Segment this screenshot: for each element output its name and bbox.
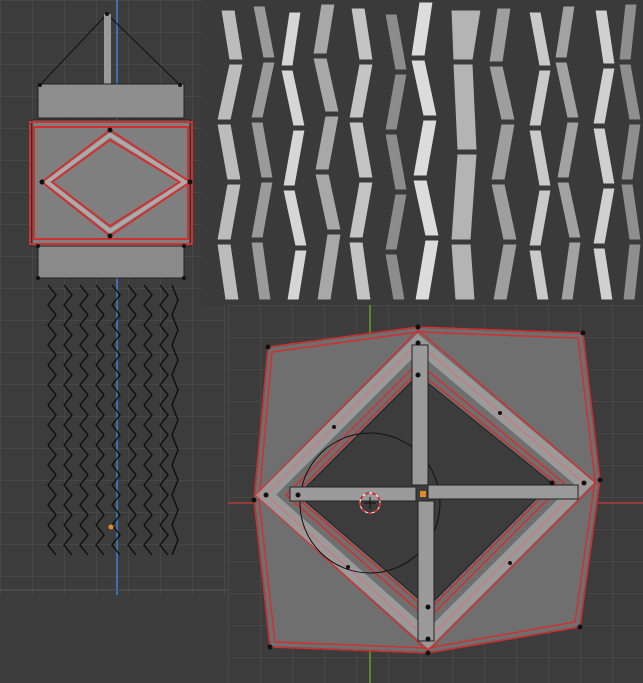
top-view-scene (228, 305, 643, 683)
mesh-strands (47, 284, 179, 556)
strand-column (410, 1, 440, 301)
strand-column (348, 7, 374, 301)
strand-column (488, 7, 518, 301)
object-origin (108, 524, 114, 530)
viewport-front[interactable] (0, 0, 228, 595)
object-origin (420, 491, 426, 497)
front-view-scene (0, 0, 228, 595)
strand-column (450, 9, 482, 301)
viewport-top[interactable] (228, 305, 643, 683)
top-cap (37, 83, 185, 119)
strand-column (554, 5, 582, 301)
bottom-ring (37, 245, 185, 279)
tower-body (31, 119, 191, 247)
hanger-rod (104, 14, 111, 86)
strand-column (618, 3, 642, 301)
strand-column (592, 9, 616, 301)
strand-column (312, 3, 342, 301)
strands-scene (216, 1, 642, 301)
strand-column (216, 9, 244, 301)
hanger-string-left (39, 13, 108, 86)
strand-column (384, 13, 408, 301)
strand-column (250, 5, 276, 301)
strand-column (528, 11, 552, 301)
viewport-strands-closeup[interactable] (201, 0, 643, 305)
strand-column (280, 11, 308, 301)
